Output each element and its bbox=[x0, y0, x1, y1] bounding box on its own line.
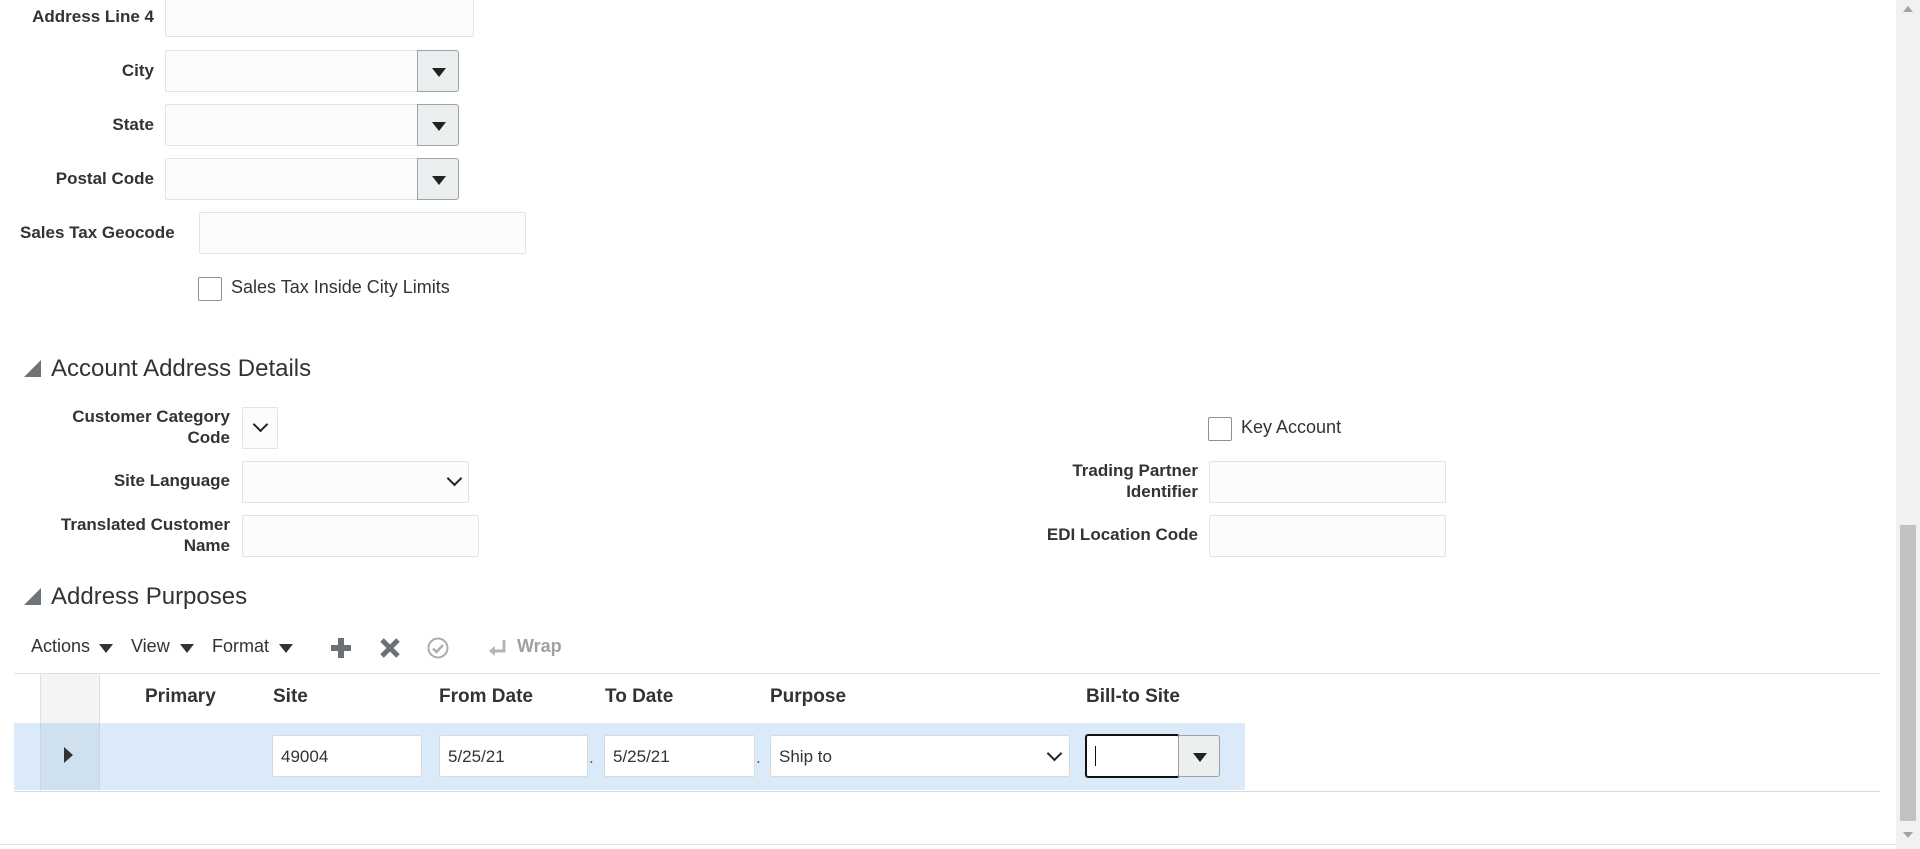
trading-partner-identifier-label: Trading Partner Identifier bbox=[1072, 461, 1198, 501]
site-input[interactable]: 49004 bbox=[272, 735, 422, 777]
to-date-input[interactable]: 5/25/21 bbox=[604, 735, 755, 777]
key-account-label: Key Account bbox=[1241, 417, 1342, 437]
scrollbar-thumb[interactable] bbox=[1900, 525, 1916, 821]
column-header-primary[interactable]: Primary bbox=[145, 686, 216, 708]
chevron-down-icon bbox=[1046, 745, 1063, 762]
text-cursor bbox=[1095, 746, 1096, 766]
column-header-purpose[interactable]: Purpose bbox=[770, 686, 846, 708]
to-date-picker-icon[interactable]: . bbox=[756, 748, 761, 768]
scroll-up-arrow-icon[interactable] bbox=[1903, 5, 1913, 13]
expand-row-icon[interactable] bbox=[62, 746, 74, 764]
address-purposes-title: Address Purposes bbox=[51, 583, 248, 610]
state-dropdown-button[interactable] bbox=[417, 104, 459, 146]
customer-category-code-label: Customer Category Code bbox=[72, 407, 230, 447]
purpose-select[interactable]: Ship to bbox=[770, 735, 1070, 777]
wrap-label[interactable]: Wrap bbox=[517, 636, 562, 657]
format-menu[interactable]: Format bbox=[212, 636, 269, 657]
translated-customer-name-label: Translated Customer Name bbox=[60, 515, 230, 555]
edi-location-code-input[interactable] bbox=[1209, 515, 1446, 557]
add-icon[interactable] bbox=[330, 637, 352, 659]
edi-location-code-label: EDI Location Code bbox=[1046, 525, 1198, 544]
site-language-select[interactable] bbox=[242, 461, 469, 503]
view-caret-icon[interactable] bbox=[180, 644, 194, 653]
city-input[interactable] bbox=[165, 50, 419, 92]
postal-code-input[interactable] bbox=[165, 158, 419, 200]
address-line-4-label: Address Line 4 bbox=[32, 7, 154, 26]
from-date-input[interactable]: 5/25/21 bbox=[439, 735, 588, 777]
actions-caret-icon[interactable] bbox=[99, 644, 113, 653]
footer-divider bbox=[0, 844, 1898, 845]
wrap-icon[interactable] bbox=[488, 638, 508, 658]
table-bottom-border bbox=[14, 791, 1880, 792]
sales-tax-inside-city-limits-checkbox[interactable] bbox=[198, 277, 222, 301]
scroll-down-arrow-icon[interactable] bbox=[1903, 831, 1913, 839]
chevron-down-icon bbox=[446, 470, 463, 487]
vertical-scrollbar[interactable] bbox=[1896, 0, 1920, 849]
purpose-select-value: Ship to bbox=[779, 747, 832, 766]
site-language-label: Site Language bbox=[113, 471, 230, 490]
actions-menu[interactable]: Actions bbox=[31, 636, 90, 657]
column-header-from-date[interactable]: From Date bbox=[439, 686, 533, 708]
city-label: City bbox=[121, 61, 154, 80]
postal-code-label: Postal Code bbox=[55, 169, 154, 188]
city-dropdown-button[interactable] bbox=[417, 50, 459, 92]
table-top-border bbox=[14, 673, 1880, 674]
postal-code-dropdown-button[interactable] bbox=[417, 158, 459, 200]
bill-to-site-dropdown-button[interactable] bbox=[1178, 735, 1220, 777]
translated-customer-name-input[interactable] bbox=[242, 515, 479, 557]
account-address-details-title: Account Address Details bbox=[51, 355, 312, 382]
table-row-header-column bbox=[40, 674, 100, 723]
trading-partner-identifier-input[interactable] bbox=[1209, 461, 1446, 503]
collapse-account-address-details-icon[interactable] bbox=[24, 360, 41, 377]
column-header-bill-to-site[interactable]: Bill-to Site bbox=[1086, 686, 1180, 708]
format-caret-icon[interactable] bbox=[279, 644, 293, 653]
sales-tax-inside-city-limits-label: Sales Tax Inside City Limits bbox=[231, 277, 450, 297]
chevron-down-icon bbox=[252, 416, 269, 433]
collapse-address-purposes-icon[interactable] bbox=[24, 588, 41, 605]
view-menu[interactable]: View bbox=[131, 636, 170, 657]
sales-tax-geocode-input[interactable] bbox=[199, 212, 526, 254]
bill-to-site-input[interactable] bbox=[1085, 734, 1180, 778]
done-icon[interactable] bbox=[427, 637, 449, 659]
column-header-site[interactable]: Site bbox=[273, 686, 308, 708]
customer-category-code-select[interactable] bbox=[242, 407, 278, 449]
address-line-4-input[interactable] bbox=[165, 0, 474, 37]
key-account-checkbox[interactable] bbox=[1208, 417, 1232, 441]
state-input[interactable] bbox=[165, 104, 419, 146]
delete-icon[interactable] bbox=[379, 637, 401, 659]
column-header-to-date[interactable]: To Date bbox=[605, 686, 673, 708]
from-date-picker-icon[interactable]: . bbox=[589, 748, 594, 768]
state-label: State bbox=[112, 115, 154, 134]
sales-tax-geocode-label: Sales Tax Geocode bbox=[20, 223, 175, 242]
